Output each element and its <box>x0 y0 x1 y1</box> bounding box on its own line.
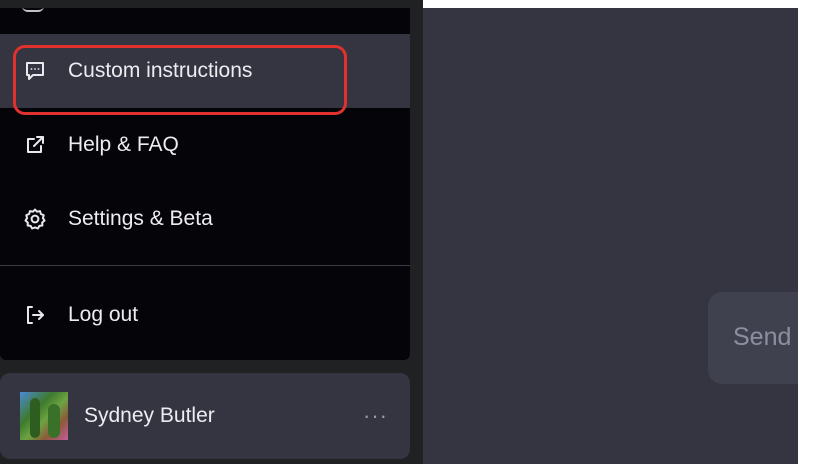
user-profile-button[interactable]: Sydney Butler ··· <box>0 373 410 459</box>
avatar <box>20 392 68 440</box>
menu-item-label: Help & FAQ <box>68 133 179 156</box>
account-menu: Custom instructions Help & FAQ Settings … <box>0 8 410 360</box>
gear-icon <box>22 206 48 232</box>
main-chat-area <box>423 8 798 464</box>
menu-item-label: Log out <box>68 303 139 326</box>
user-name: Sydney Butler <box>84 404 215 427</box>
menu-item-settings-beta[interactable]: Settings & Beta <box>0 182 410 256</box>
menu-item-help-faq[interactable]: Help & FAQ <box>0 108 410 182</box>
menu-item-custom-instructions[interactable]: Custom instructions <box>0 34 410 108</box>
chat-bubble-dots-icon <box>22 58 48 84</box>
menu-item-label: Settings & Beta <box>68 207 213 230</box>
partial-icon <box>22 8 44 12</box>
menu-top-fragment <box>0 8 410 34</box>
screenshot-margin <box>798 0 825 464</box>
external-link-icon <box>22 132 48 158</box>
more-options-icon[interactable]: ··· <box>363 403 388 429</box>
menu-item-log-out[interactable]: Log out <box>0 278 410 352</box>
menu-divider <box>0 265 410 266</box>
sidebar: Custom instructions Help & FAQ Settings … <box>0 0 423 464</box>
menu-item-label: Custom instructions <box>68 59 253 82</box>
logout-icon <box>22 302 48 328</box>
message-input-placeholder: Send <box>733 323 792 351</box>
message-input[interactable]: Send <box>708 292 798 384</box>
